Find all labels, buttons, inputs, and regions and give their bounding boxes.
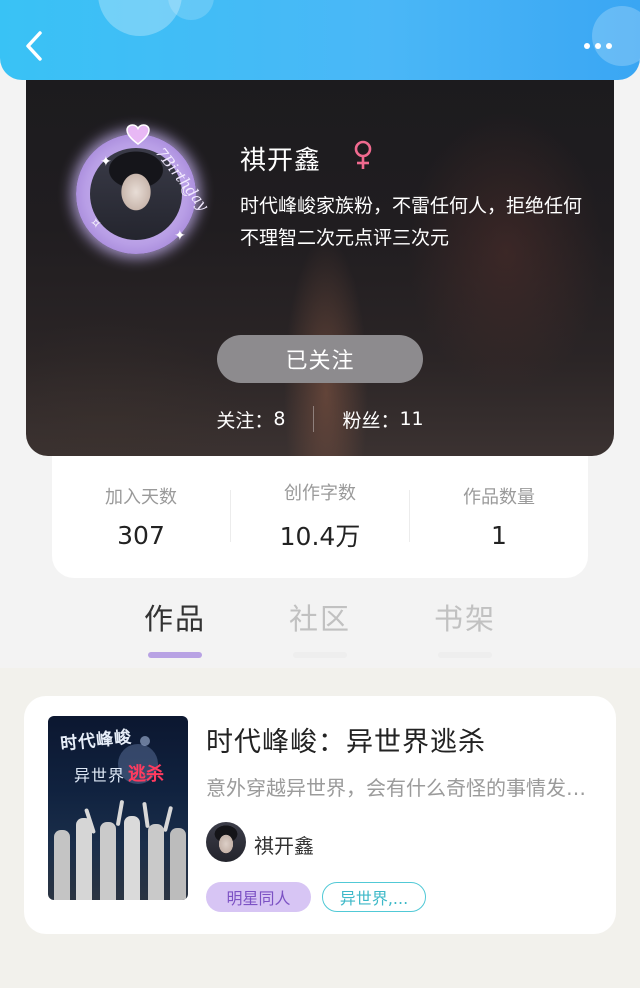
fans-count: 11 — [399, 408, 424, 430]
work-description: 意外穿越异世界，会有什么奇怪的事情发生呢 — [206, 776, 586, 800]
work-card[interactable]: 时代峰峻 异世界 逃杀 时代峰峻：异世界逃杀 意外穿越异世界，会有什么奇怪的事情… — [24, 696, 616, 934]
stat-value: 1 — [491, 520, 507, 550]
cover-figure — [142, 801, 150, 829]
cover-figure — [148, 824, 164, 900]
tab-label: 书架 — [433, 602, 496, 636]
follow-button[interactable]: 已关注 — [217, 335, 423, 383]
follow-stats: 关注： 8 粉丝： 11 — [26, 404, 614, 434]
fans-label: 粉丝： — [342, 409, 400, 432]
divider — [313, 406, 315, 432]
stat-value: 10.4万 — [279, 522, 361, 551]
sparkle-icon: ✦ — [100, 154, 112, 170]
stat-works-count: 作品数量 1 — [410, 475, 588, 550]
content-tabs: 作品 社区 书架 — [0, 578, 640, 668]
tab-label: 社区 — [288, 602, 351, 636]
tab-indicator — [438, 652, 492, 658]
avatar[interactable]: ✦ ☾ ✧ ✦ 7Birthday — [70, 124, 212, 260]
tag-celebrity-fanfic[interactable]: 明星同人 — [206, 882, 311, 912]
more-dot — [606, 43, 612, 49]
work-cover-image[interactable]: 时代峰峻 异世界 逃杀 — [48, 716, 188, 900]
back-button[interactable] — [18, 28, 50, 64]
works-list: 时代峰峻 异世界 逃杀 时代峰峻：异世界逃杀 意外穿越异世界，会有什么奇怪的事情… — [0, 668, 640, 988]
cover-figure — [115, 799, 125, 827]
following-label: 关注： — [216, 409, 274, 432]
tab-indicator — [293, 652, 347, 658]
more-dot — [595, 43, 601, 49]
more-options-button[interactable] — [578, 34, 618, 58]
stat-join-days: 加入天数 307 — [52, 475, 230, 550]
stat-word-count: 创作字数 10.4万 — [231, 471, 409, 553]
cover-text: 逃杀 — [128, 764, 164, 785]
tag-isekai[interactable]: 异世界,... — [322, 882, 426, 912]
following-count: 8 — [273, 408, 286, 430]
author-name[interactable]: 祺开鑫 — [254, 830, 314, 859]
cover-firework — [140, 736, 150, 746]
sparkle-icon: ✦ — [174, 228, 186, 244]
sparkle-icon: ✧ — [90, 216, 102, 232]
stat-value: 307 — [117, 520, 165, 550]
creator-stats-card: 加入天数 307 创作字数 10.4万 作品数量 1 — [52, 446, 588, 578]
more-dots-icon — [584, 43, 590, 49]
top-navigation-bar — [0, 0, 640, 80]
tab-community[interactable]: 社区 — [265, 596, 375, 658]
tab-indicator — [148, 652, 202, 658]
cover-figure — [76, 818, 92, 900]
fans-stat[interactable]: 粉丝： 11 — [342, 406, 423, 433]
cover-figure — [54, 830, 70, 900]
chevron-left-icon — [26, 31, 42, 61]
work-title[interactable]: 时代峰峻：异世界逃杀 — [206, 720, 486, 759]
user-bio: 时代峰峻家族粉，不雷任何人，拒绝任何不理智二次元点评三次元 — [240, 195, 583, 249]
author-avatar[interactable] — [206, 822, 246, 862]
tab-bookshelf[interactable]: 书架 — [410, 596, 520, 658]
cover-figure — [124, 816, 140, 900]
profile-header-card: ✦ ☾ ✧ ✦ 7Birthday 祺开鑫 时代峰峻家族粉，不雷任何人，拒绝任何… — [26, 72, 614, 456]
cover-figure — [162, 805, 174, 833]
cover-text: 异世界 — [74, 766, 126, 785]
stat-label: 创作字数 — [284, 483, 356, 504]
user-name: 祺开鑫 — [240, 146, 322, 176]
cover-figure — [170, 828, 186, 900]
stat-label: 作品数量 — [463, 486, 535, 508]
stat-label: 加入天数 — [105, 486, 177, 508]
tab-label: 作品 — [143, 602, 206, 636]
heart-icon — [126, 124, 150, 145]
cover-figure — [100, 822, 116, 900]
female-icon — [354, 140, 372, 169]
tab-works[interactable]: 作品 — [120, 596, 230, 658]
following-stat[interactable]: 关注： 8 — [216, 406, 285, 433]
